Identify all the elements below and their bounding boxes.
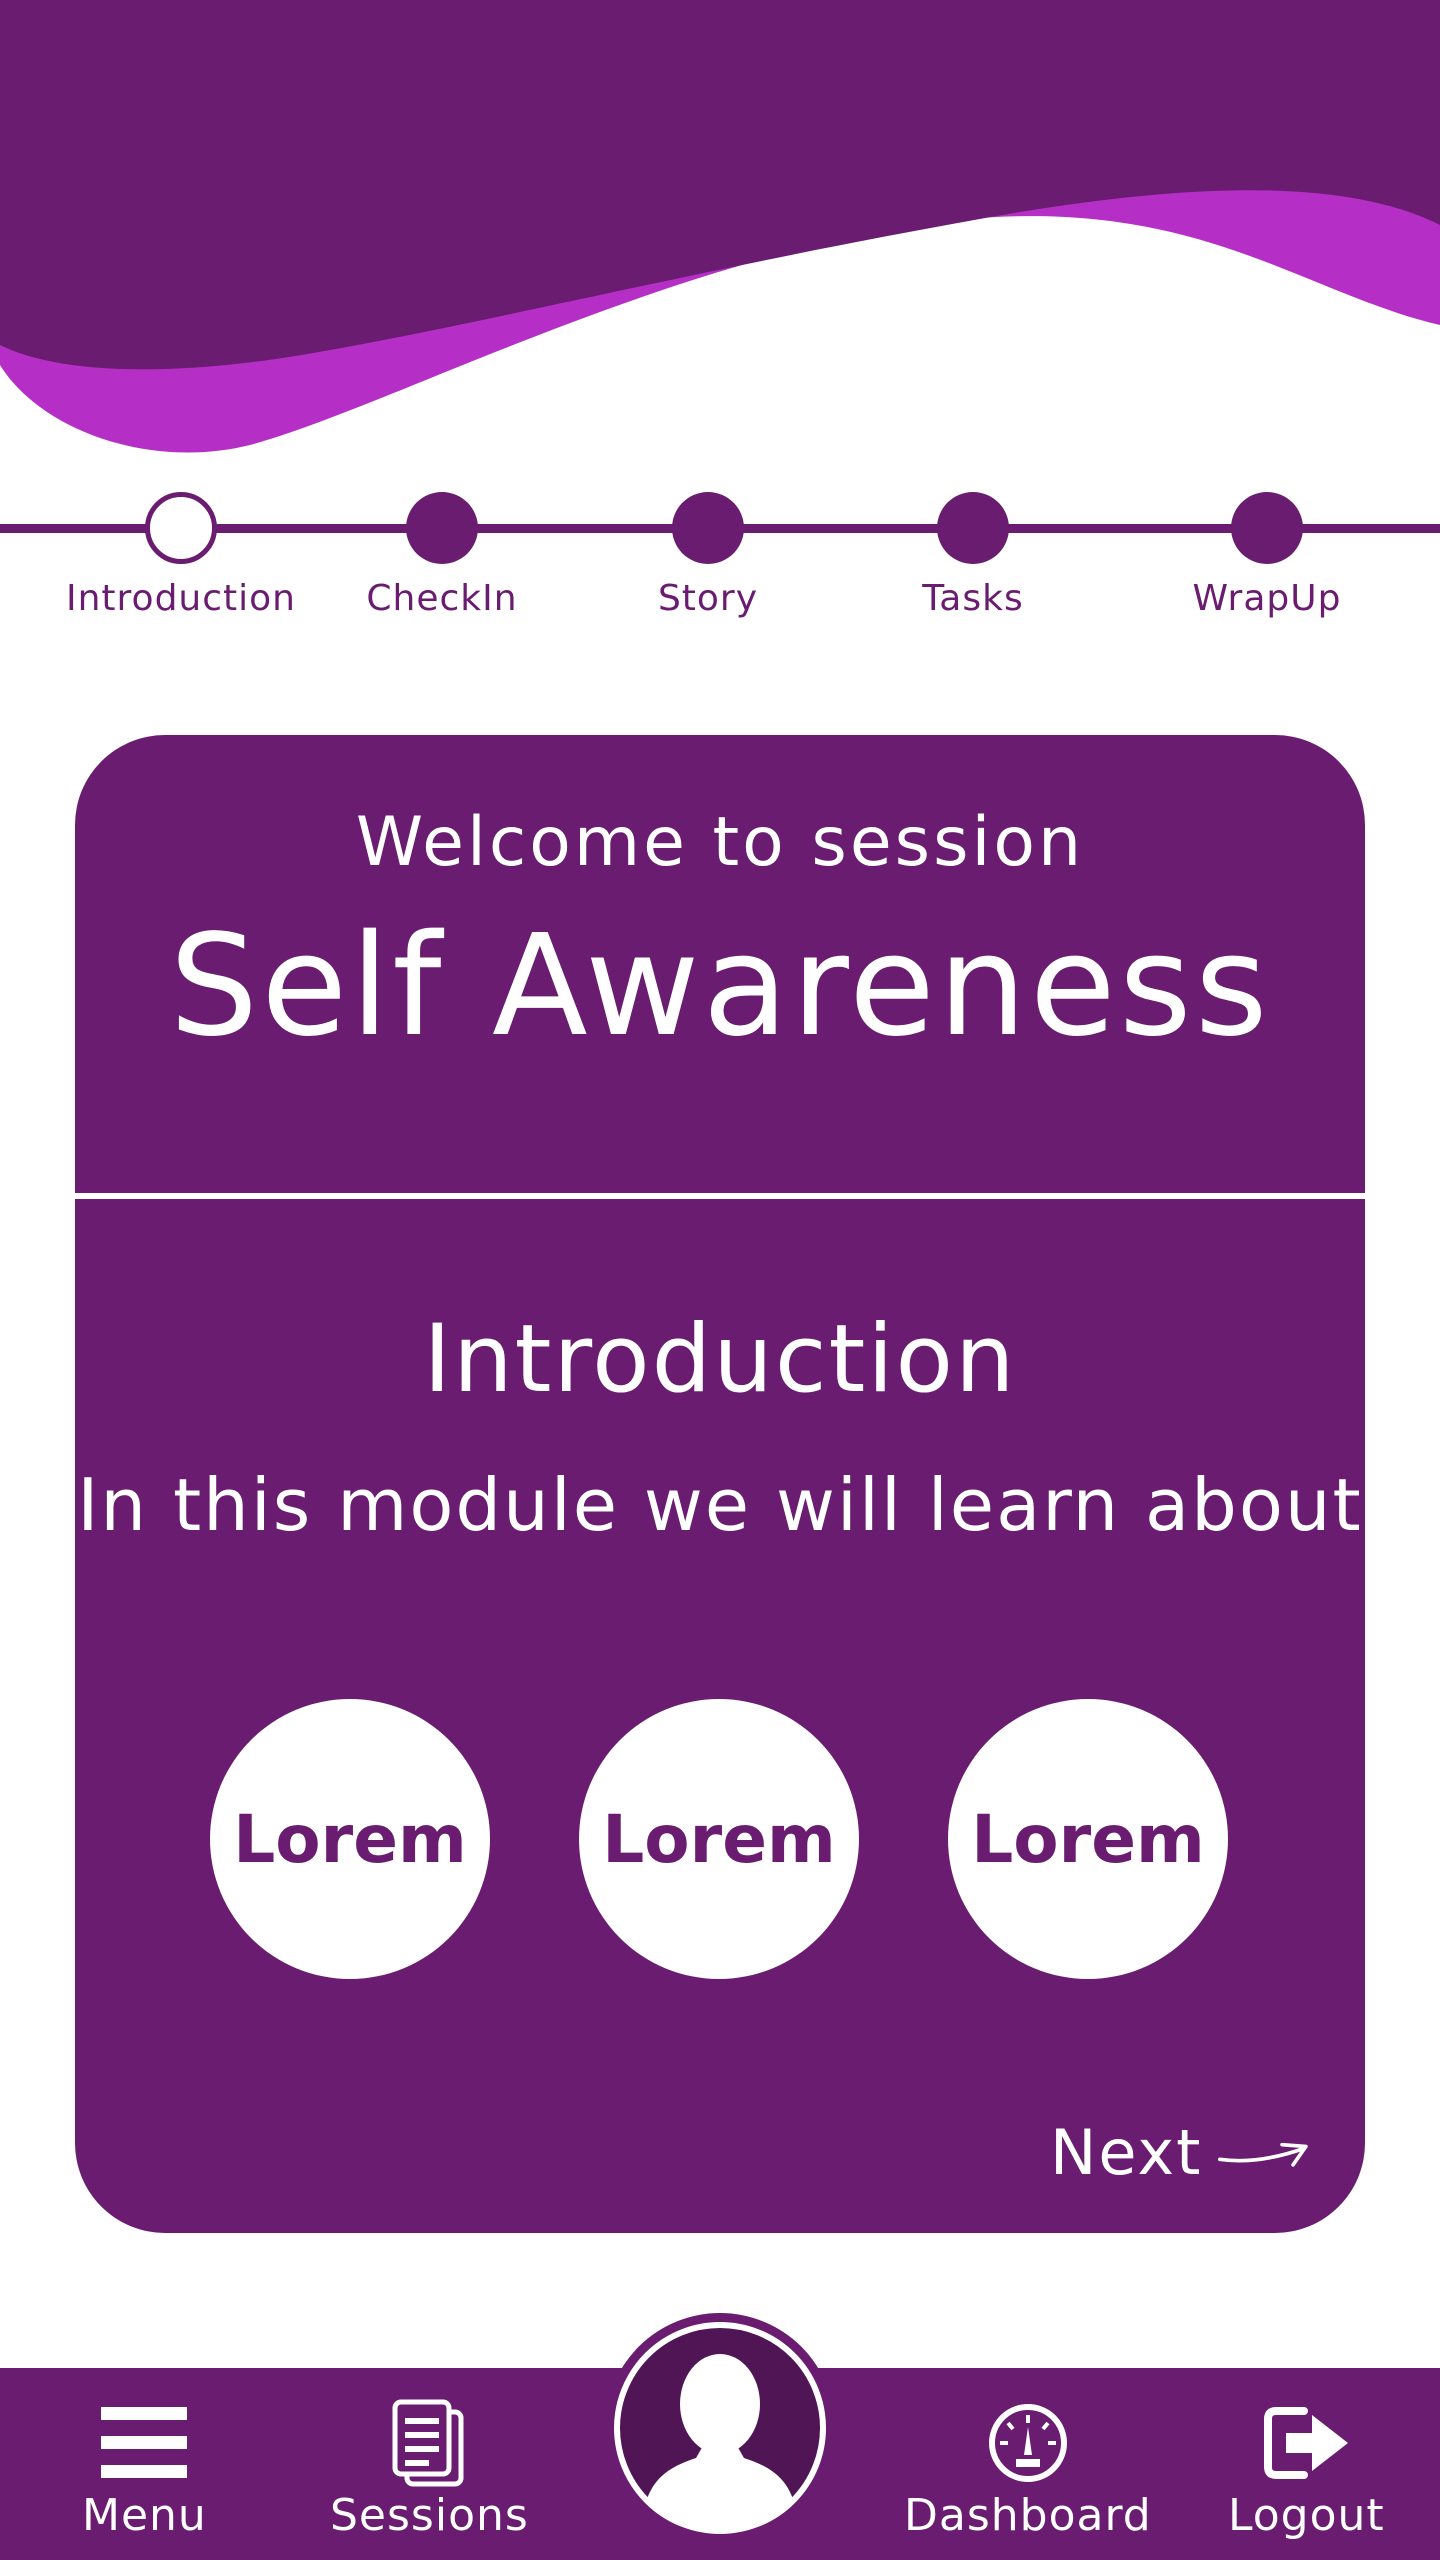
user-avatar-icon [614, 2322, 826, 2534]
step-label: Tasks [922, 578, 1024, 619]
gauge-icon [986, 2398, 1070, 2488]
nav-label: Sessions [330, 2490, 529, 2541]
profile-avatar-button[interactable] [605, 2313, 835, 2543]
step-checkin[interactable]: CheckIn [322, 480, 562, 619]
step-dot [1231, 492, 1303, 564]
next-button[interactable]: Next [1050, 2107, 1310, 2197]
step-label: Introduction [65, 578, 296, 619]
nav-sessions[interactable]: Sessions [330, 2398, 529, 2541]
nav-menu[interactable]: Menu [82, 2398, 207, 2541]
session-title: Self Awareness [169, 905, 1271, 1068]
nav-label: Menu [82, 2490, 207, 2541]
topic-bubble[interactable]: Lorem [210, 1699, 490, 1979]
nav-label: Logout [1228, 2490, 1385, 2541]
header-wave [0, 0, 1440, 453]
step-tasks[interactable]: Tasks [853, 480, 1093, 619]
step-label: WrapUp [1192, 578, 1342, 619]
step-introduction[interactable]: Introduction [61, 480, 301, 619]
document-icon [389, 2398, 469, 2488]
card-divider [75, 1193, 1365, 1199]
nav-dashboard[interactable]: Dashboard [904, 2398, 1152, 2541]
step-dot [672, 492, 744, 564]
step-dot [937, 492, 1009, 564]
step-dot [406, 492, 478, 564]
session-card: Welcome to session Self Awareness Introd… [75, 735, 1365, 2233]
topic-bubble[interactable]: Lorem [948, 1699, 1228, 1979]
welcome-text: Welcome to session [355, 803, 1085, 882]
step-story[interactable]: Story [588, 480, 828, 619]
section-title: Introduction [423, 1305, 1017, 1414]
hamburger-menu-icon [101, 2398, 188, 2488]
step-dot-current [145, 492, 217, 564]
nav-logout[interactable]: Logout [1228, 2398, 1385, 2541]
section-description: In this module we will learn about [77, 1463, 1363, 1547]
topic-bubble[interactable]: Lorem [579, 1699, 859, 1979]
step-label: Story [657, 578, 759, 619]
nav-label: Dashboard [904, 2490, 1152, 2541]
next-label: Next [1050, 2115, 1203, 2189]
logout-icon [1260, 2398, 1352, 2488]
step-label: CheckIn [366, 578, 518, 619]
step-wrapup[interactable]: WrapUp [1147, 480, 1387, 619]
session-progress: Introduction CheckIn Story Tasks WrapUp [0, 480, 1440, 640]
arrow-right-icon [1218, 2142, 1309, 2167]
